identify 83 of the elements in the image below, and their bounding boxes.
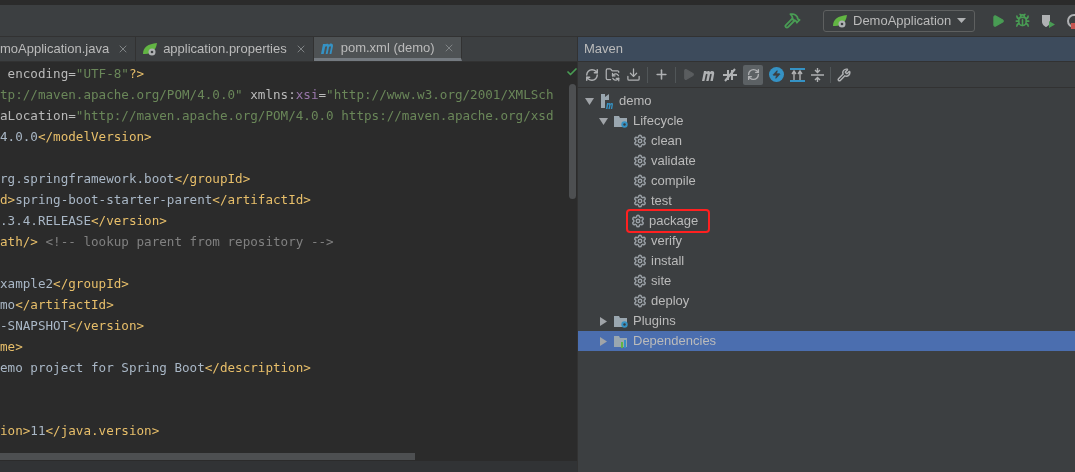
code-line: encoding="UTF-8"?> (6, 65, 145, 83)
tree-label: Dependencies (633, 332, 717, 351)
code-line: aLocation="http://maven.apache.org/POM/4.0.0 https://maven.apache.org/xsd (0, 107, 554, 125)
tree-item[interactable]: verify (578, 231, 1075, 251)
tree-label: validate (651, 152, 696, 171)
tree-label: verify (651, 232, 683, 251)
leaf-gear-icon (142, 42, 159, 56)
shield-play-icon[interactable] (1040, 12, 1056, 29)
tree-item[interactable]: package (578, 211, 1075, 231)
editor-tab[interactable]: application.properties (136, 37, 314, 61)
run-icon[interactable] (991, 13, 1005, 28)
tree-label: package (649, 212, 699, 231)
run-config-dropdown[interactable]: DemoApplication (823, 9, 975, 32)
folder-sync-icon[interactable] (605, 67, 620, 82)
collapsed-arrow-icon[interactable] (599, 316, 608, 326)
editor-tab[interactable]: moApplication.java (0, 37, 137, 61)
check-icon (566, 66, 578, 78)
code-line: .3.4.RELEASE</version> (0, 212, 167, 230)
gear-icon (633, 174, 647, 188)
scrollbar-thumb[interactable] (568, 84, 576, 199)
gear-icon (633, 234, 647, 248)
tree-item[interactable]: Lifecycle (578, 111, 1075, 131)
leaf-gear-icon (832, 13, 848, 28)
code-line: me> (0, 338, 23, 356)
skip-tests-icon[interactable] (723, 67, 737, 82)
tree-item[interactable]: demo (578, 91, 1075, 111)
tree-item[interactable]: Plugins (578, 311, 1075, 331)
editor-tab[interactable]: pom.xml (demo) (313, 37, 462, 61)
gear-icon (633, 254, 647, 268)
tree-label: Plugins (633, 312, 676, 331)
code-line: emo project for Spring Boot</description> (0, 359, 311, 377)
code-line: xample2</groupId> (0, 275, 129, 293)
offline-sync-icon (746, 68, 760, 81)
expanded-arrow-icon[interactable] (585, 96, 594, 106)
code-line: 4.0.0</modelVersion> (0, 128, 152, 146)
tree-item[interactable]: deploy (578, 291, 1075, 311)
reload-icon[interactable] (585, 67, 599, 82)
code-line: rg.springframework.boot</groupId> (0, 170, 251, 188)
folder-gear-icon (613, 113, 629, 129)
gear-icon (633, 134, 647, 148)
code-line: d>spring-boot-starter-parent</artifactId> (0, 191, 311, 209)
tree-label: site (651, 272, 672, 291)
settings-icon[interactable] (837, 67, 851, 82)
tree-label: clean (651, 132, 683, 151)
panel-title: Maven (584, 40, 624, 59)
download-icon[interactable] (626, 67, 641, 82)
tree-item[interactable]: test (578, 191, 1075, 211)
tree-label: deploy (651, 292, 690, 311)
expanded-arrow-icon[interactable] (599, 116, 608, 126)
tree-item[interactable]: compile (578, 171, 1075, 191)
tree-label: install (651, 252, 685, 271)
code-line: -SNAPSHOT</version> (0, 317, 145, 335)
gear-icon (633, 154, 647, 168)
gear-icon (633, 274, 647, 288)
scrollbar-thumb[interactable] (0, 453, 415, 460)
tree-label: compile (651, 172, 696, 191)
tree-item[interactable]: site (578, 271, 1075, 291)
folder-chart-icon (613, 333, 629, 349)
tree-label: Lifecycle (633, 112, 684, 131)
tree-label: test (651, 192, 672, 211)
expand-all-icon[interactable] (790, 67, 805, 82)
folder-gear-icon (613, 313, 629, 329)
debug-icon[interactable] (1015, 13, 1030, 28)
tree-label: demo (619, 92, 652, 111)
tree-item[interactable]: install (578, 251, 1075, 271)
add-icon[interactable] (654, 67, 669, 82)
maven-module-icon (599, 93, 615, 109)
tree-item[interactable]: validate (578, 151, 1075, 171)
gauge-icon[interactable] (1066, 12, 1075, 29)
code-line: mo</artifactId> (0, 296, 114, 314)
tree-item[interactable]: clean (578, 131, 1075, 151)
code-line: ion>11</java.version> (0, 422, 160, 440)
gear-icon (631, 214, 645, 228)
build-icon[interactable] (784, 12, 801, 29)
lightning-icon[interactable] (769, 67, 784, 82)
offline-toggle[interactable] (743, 64, 763, 85)
gear-icon (633, 294, 647, 308)
gear-icon (633, 194, 647, 208)
collapse-all-icon[interactable] (811, 67, 824, 82)
maven-m-icon[interactable] (701, 68, 717, 81)
caret-icon (957, 18, 966, 23)
code-line: ath/> <!-- lookup parent from repository --> (0, 233, 334, 251)
code-line: tp://maven.apache.org/POM/4.0.0" xmlns:xsi="http://www.w3.org/2001/XMLSch (0, 86, 554, 104)
